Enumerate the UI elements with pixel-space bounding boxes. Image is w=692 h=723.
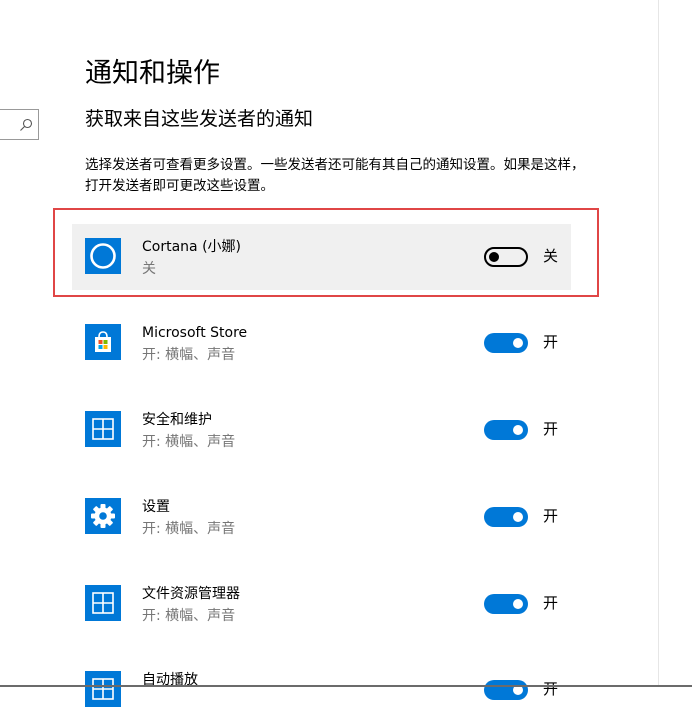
toggle-knob [489,252,499,262]
sender-name: 设置 [142,499,170,515]
toggle-state-label: 开 [543,680,559,698]
sender-name: 自动播放 [142,672,198,688]
window-app-icon [85,671,121,707]
sender-status: 开: 横幅、声音 [142,608,236,624]
sender-status: 关 [142,261,156,277]
sender-row-settings[interactable]: 设置 开: 横幅、声音 开 [72,484,571,550]
sender-row-file-explorer[interactable]: 文件资源管理器 开: 横幅、声音 开 [72,571,571,637]
cortana-icon [85,238,121,274]
gear-icon [85,498,121,534]
toggle-knob [513,599,523,609]
window-app-icon [85,411,121,447]
toggle-state-label: 开 [543,333,559,351]
toggle-knob [513,512,523,522]
toggle-state-label: 开 [543,420,559,438]
sender-row-microsoft-store[interactable]: Microsoft Store 开: 横幅、声音 开 [72,310,571,376]
sender-row-autoplay[interactable]: 自动播放 开 [72,657,571,723]
sender-row-security-maintenance[interactable]: 安全和维护 开: 横幅、声音 开 [72,397,571,463]
toggle-state-label: 开 [543,507,559,525]
toggle-switch[interactable] [484,594,528,614]
toggle-knob [513,338,523,348]
sender-name: 文件资源管理器 [142,586,240,602]
search-input[interactable] [0,109,39,140]
sender-status: 开: 横幅、声音 [142,434,236,450]
search-icon [20,118,33,131]
toggle-switch[interactable] [484,507,528,527]
toggle-state-label: 开 [543,594,559,612]
section-description: 选择发送者可查看更多设置。一些发送者还可能有其自己的通知设置。如果是这样，打开发… [85,157,585,194]
toggle-switch[interactable] [484,680,528,700]
sender-status: 开: 横幅、声音 [142,521,236,537]
sender-name: Cortana (小娜) [142,239,241,255]
section-title: 获取来自这些发送者的通知 [85,108,314,130]
pane-divider [658,0,659,687]
toggle-state-label: 关 [543,247,559,265]
store-icon [85,324,121,360]
sender-name: Microsoft Store [142,325,248,341]
toggle-switch[interactable] [484,333,528,353]
sender-name: 安全和维护 [142,412,212,428]
toggle-switch[interactable] [484,420,528,440]
sender-row-cortana[interactable]: Cortana (小娜) 关 关 [72,224,571,290]
page-title: 通知和操作 [85,58,220,89]
toggle-switch[interactable] [484,247,528,267]
toggle-knob [513,425,523,435]
sender-status: 开: 横幅、声音 [142,347,236,363]
window-app-icon [85,585,121,621]
